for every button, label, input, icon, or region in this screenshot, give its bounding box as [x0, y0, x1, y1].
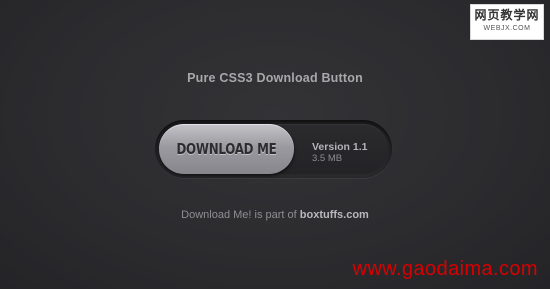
download-button[interactable]: DOWNLOAD ME — [159, 124, 294, 174]
footer-credit: Download Me! is part of boxtuffs.com — [0, 209, 550, 221]
footer-credit-text: Download Me! is part of — [181, 209, 300, 221]
page-title: Pure CSS3 Download Button — [187, 71, 363, 85]
version-label: Version 1.1 — [312, 141, 368, 153]
watermark-url-text: WEBJX.COM — [483, 25, 531, 32]
boxtuffs-link[interactable]: boxtuffs.com — [300, 209, 369, 221]
watermark-cn-text: 网页教学网 — [474, 8, 540, 22]
download-widget-track: DOWNLOAD ME Version 1.1 3.5 MB — [159, 124, 388, 174]
file-size-label: 3.5 MB — [312, 153, 343, 164]
download-widget: DOWNLOAD ME Version 1.1 3.5 MB — [155, 120, 392, 178]
download-button-label: DOWNLOAD ME — [176, 140, 277, 158]
source-watermark: www.gaodaima.com — [352, 258, 538, 280]
site-watermark-logo: 网页教学网 WEBJX.COM — [470, 4, 544, 40]
